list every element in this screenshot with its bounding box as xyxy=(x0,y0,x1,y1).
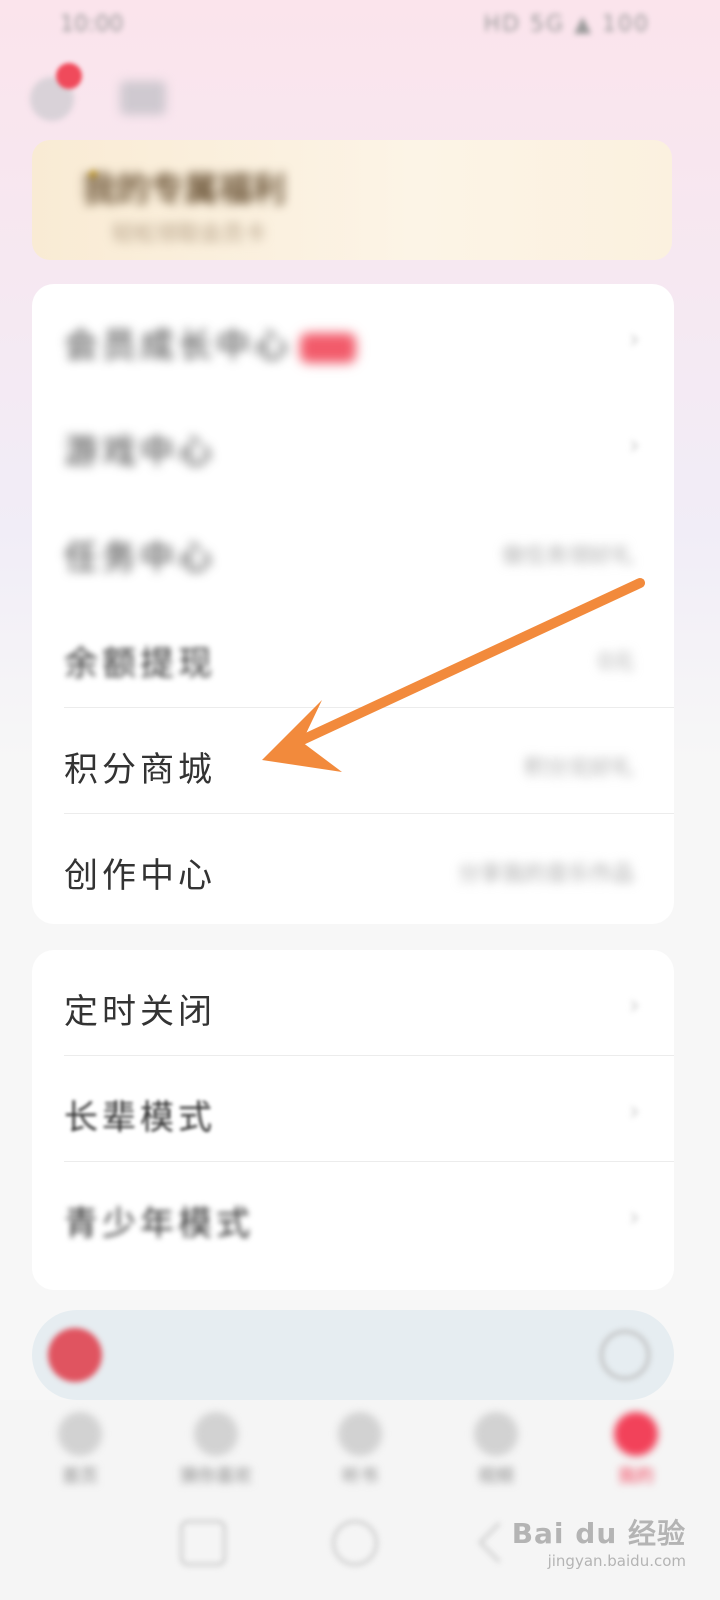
menu-item-label: 创作中心 xyxy=(64,856,216,896)
watermark-url: jingyan.baidu.com xyxy=(547,1552,686,1570)
chevron-right-icon: › xyxy=(628,988,640,1021)
recommend-icon xyxy=(194,1412,238,1456)
status-time: 10:00 xyxy=(60,12,124,37)
vip-banner-title: 我的专属福利 xyxy=(82,170,286,210)
menu-item-points-mall[interactable]: 积分商城 积分兑好礼 xyxy=(32,708,674,814)
settings-menu-card: 定时关闭 › 长辈模式 › 青少年模式 › xyxy=(32,950,674,1290)
vip-banner-subtitle: 轻松领取会员卡 xyxy=(112,222,267,247)
chevron-right-icon: › xyxy=(628,1094,640,1127)
menu-item-value: 分享我的音乐作品 xyxy=(457,862,634,887)
tab-audiobook[interactable]: 听书 xyxy=(288,1400,432,1500)
menu-item-label: 长辈模式 xyxy=(64,1098,216,1138)
menu-item-label: 余额提现 xyxy=(64,644,216,684)
username-placeholder[interactable] xyxy=(120,81,166,115)
tab-label: 听书 xyxy=(342,1466,378,1487)
menu-item-balance-withdraw[interactable]: 余额提现 0元 xyxy=(32,602,674,708)
menu-item-label: 定时关闭 xyxy=(64,992,216,1032)
vip-benefits-banner[interactable]: ✦ 我的专属福利 轻松领取会员卡 xyxy=(32,140,672,260)
menu-item-label: 任务中心 xyxy=(64,538,216,578)
notification-dot xyxy=(56,63,82,89)
menu-item-member-growth[interactable]: 会员成长中心 › xyxy=(32,284,674,390)
play-button[interactable] xyxy=(600,1330,650,1380)
user-icon xyxy=(614,1412,658,1456)
home-circle-icon[interactable] xyxy=(332,1520,378,1566)
menu-item-sleep-timer[interactable]: 定时关闭 › xyxy=(32,950,674,1056)
menu-item-label: 游戏中心 xyxy=(64,432,216,472)
baidu-jingyan-watermark: Bai du 经验 jingyan.baidu.com xyxy=(512,1512,686,1570)
menu-item-value: 0元 xyxy=(598,650,634,675)
tab-recommend[interactable]: 猜你喜欢 xyxy=(144,1400,288,1500)
tab-mine[interactable]: 我的 xyxy=(564,1400,708,1500)
new-badge xyxy=(300,333,356,363)
menu-item-teen-mode[interactable]: 青少年模式 › xyxy=(32,1162,674,1268)
tab-label: 视频 xyxy=(478,1466,514,1487)
menu-item-value: 做任务领好礼 xyxy=(501,544,634,569)
menu-item-game-center[interactable]: 游戏中心 › xyxy=(32,390,674,496)
menu-item-task-center[interactable]: 任务中心 做任务领好礼 xyxy=(32,496,674,602)
status-bar: 10:00 HD 5G ▲ 100 xyxy=(0,0,720,50)
chevron-right-icon: › xyxy=(628,322,640,355)
tab-video[interactable]: 视频 xyxy=(424,1400,568,1500)
video-icon xyxy=(474,1412,518,1456)
mini-player[interactable] xyxy=(32,1310,674,1400)
tab-label: 首页 xyxy=(62,1466,98,1487)
menu-item-label: 青少年模式 xyxy=(64,1204,254,1244)
menu-item-elder-mode[interactable]: 长辈模式 › xyxy=(32,1056,674,1162)
menu-item-label: 会员成长中心 xyxy=(64,318,356,367)
services-menu-card: 会员成长中心 › 游戏中心 › 任务中心 做任务领好礼 余额提现 0元 积分商城… xyxy=(32,284,674,924)
tab-label: 我的 xyxy=(618,1466,654,1487)
bottom-tab-bar: 首页 猜你喜欢 听书 视频 我的 xyxy=(0,1400,720,1500)
watermark-logo-text: Bai du 经验 xyxy=(511,1517,686,1550)
menu-item-value: 积分兑好礼 xyxy=(523,756,634,781)
profile-header xyxy=(0,55,720,125)
status-icons: HD 5G ▲ 100 xyxy=(483,12,650,37)
recents-icon[interactable] xyxy=(180,1520,226,1566)
headphones-icon xyxy=(338,1412,382,1456)
home-icon xyxy=(58,1412,102,1456)
album-cover[interactable] xyxy=(48,1328,102,1382)
chevron-right-icon: › xyxy=(628,1200,640,1233)
menu-item-label: 积分商城 xyxy=(64,750,216,790)
chevron-right-icon: › xyxy=(628,428,640,461)
tab-home[interactable]: 首页 xyxy=(8,1400,152,1500)
menu-item-creator-center[interactable]: 创作中心 分享我的音乐作品 xyxy=(32,814,674,920)
tab-label: 猜你喜欢 xyxy=(180,1466,252,1487)
